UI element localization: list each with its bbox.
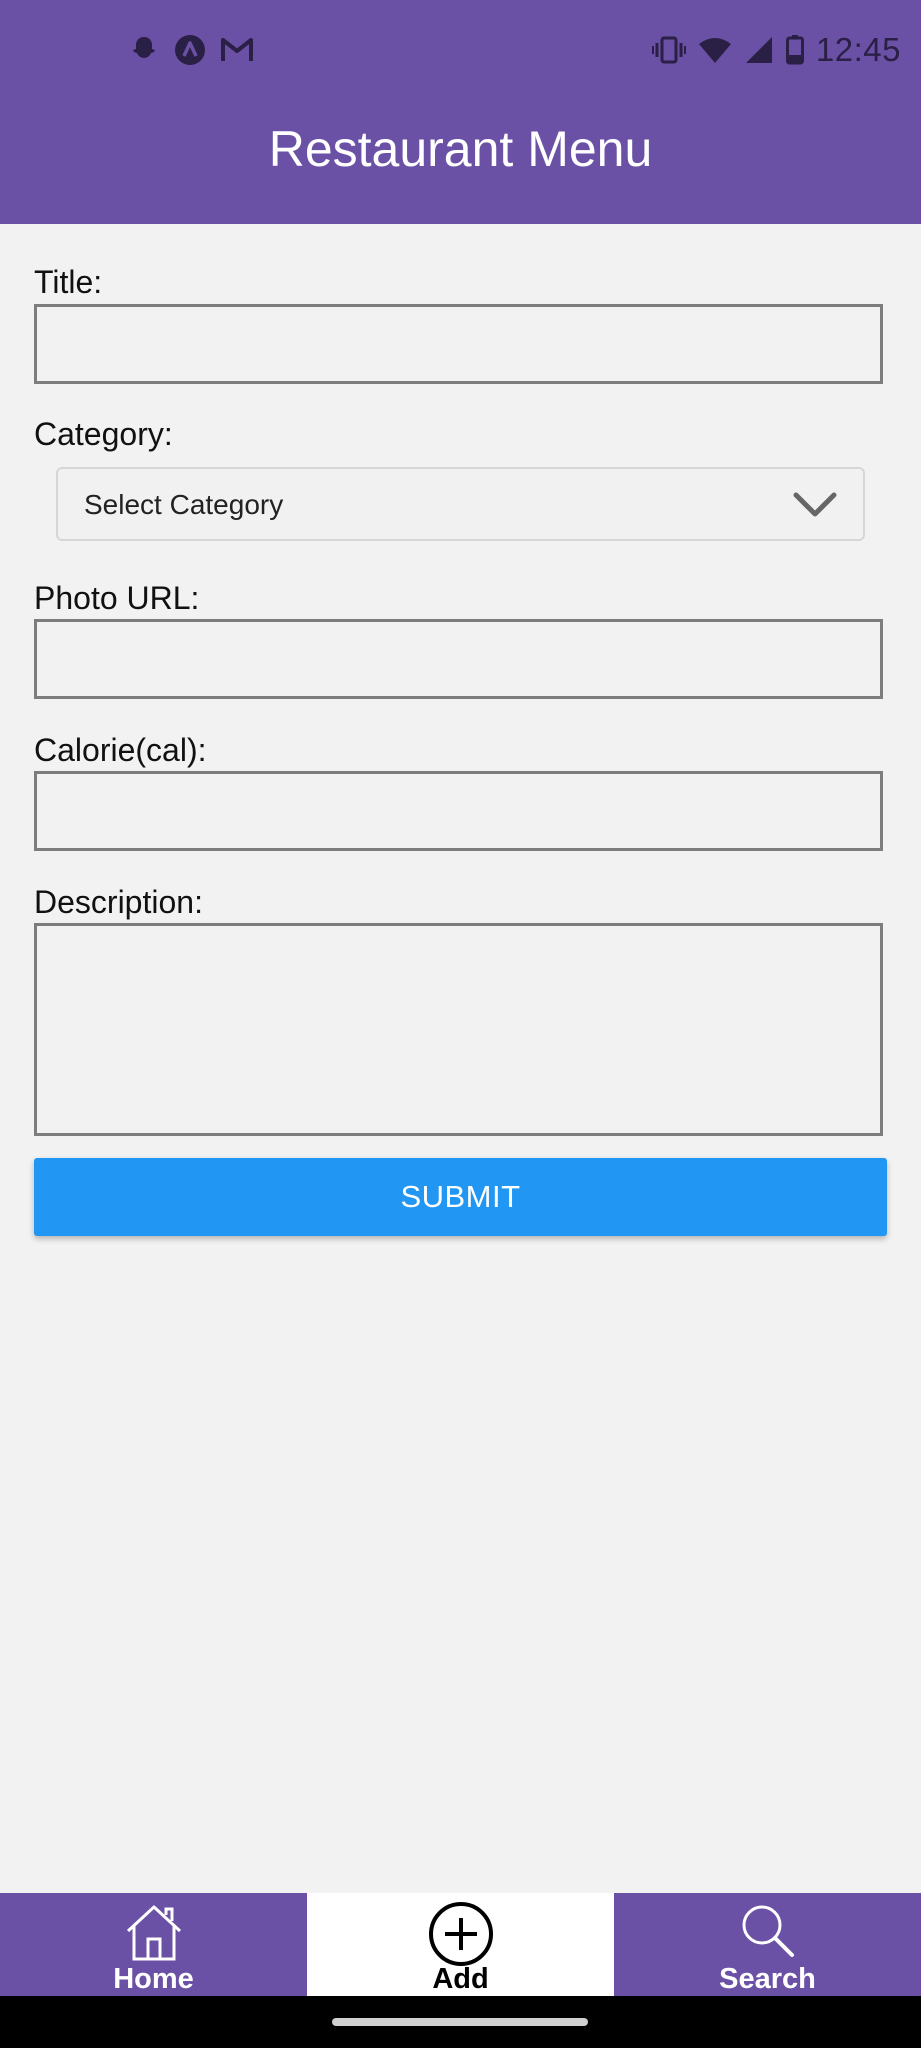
category-select[interactable]: Select Category	[56, 467, 865, 541]
description-textarea[interactable]	[34, 923, 883, 1136]
status-time: 12:45	[815, 31, 901, 68]
app-a-icon	[175, 35, 205, 65]
nav-item-home[interactable]: Home	[0, 1893, 307, 1996]
nav-item-add[interactable]: Add	[307, 1893, 614, 1996]
title-input[interactable]	[34, 304, 883, 384]
vibrate-icon	[651, 36, 686, 64]
category-selected-value: Select Category	[84, 489, 284, 520]
system-status-icons: 12:45	[651, 28, 901, 72]
status-bar: 12:45	[0, 0, 921, 100]
signal-icon	[745, 37, 772, 63]
submit-button[interactable]: SUBMIT	[34, 1158, 887, 1236]
nav-item-search[interactable]: Search	[614, 1893, 921, 1996]
snapchat-icon	[133, 37, 155, 58]
bottom-nav: Home Add Search	[0, 1893, 921, 1996]
title-label: Title:	[34, 264, 103, 300]
home-icon	[126, 1905, 181, 1961]
category-label: Category:	[34, 416, 173, 452]
nav-label-add: Add	[432, 1963, 489, 1995]
notification-icons	[128, 32, 254, 68]
home-gesture-bar[interactable]	[332, 2018, 588, 2026]
wifi-icon	[698, 38, 731, 63]
nav-label-search: Search	[719, 1963, 816, 1995]
app-header: 12:45 Restaurant Menu	[0, 0, 921, 224]
photo-url-input[interactable]	[34, 619, 883, 699]
calorie-label: Calorie(cal):	[34, 732, 207, 768]
calorie-input[interactable]	[34, 771, 883, 851]
page-title: Restaurant Menu	[268, 121, 653, 177]
add-circle-icon	[428, 1902, 493, 1966]
gmail-icon	[221, 38, 253, 61]
description-label: Description:	[34, 884, 203, 920]
battery-icon	[785, 35, 804, 65]
chevron-down-icon	[793, 492, 837, 517]
search-icon	[742, 1905, 794, 1957]
nav-label-home: Home	[113, 1963, 194, 1995]
system-navigation-bar	[0, 1996, 921, 2048]
photo-url-label: Photo URL:	[34, 580, 200, 616]
